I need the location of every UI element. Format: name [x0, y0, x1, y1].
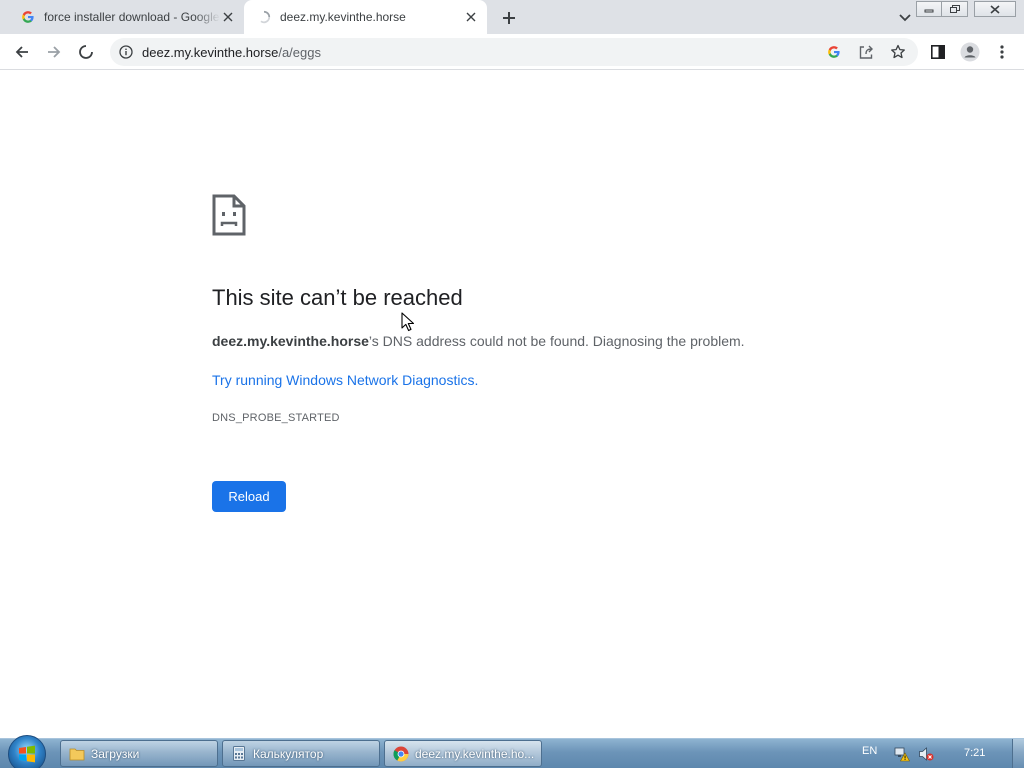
tab-deez[interactable]: deez.my.kevinthe.horse — [244, 0, 487, 34]
error-code: DNS_PROBE_STARTED — [212, 412, 340, 424]
taskbar-item-label: Калькулятор — [253, 746, 324, 761]
error-title: This site can’t be reached — [212, 285, 463, 310]
taskbar-item-label: deez.my.kevinthe.ho... — [415, 746, 535, 761]
share-icon[interactable] — [858, 44, 874, 60]
tab-title: deez.my.kevinthe.horse — [280, 10, 406, 24]
new-tab-button[interactable] — [498, 7, 520, 29]
google-icon[interactable] — [826, 44, 842, 60]
reload-button[interactable]: Reload — [212, 481, 286, 512]
error-page: This site can’t be reached deez.my.kevin… — [0, 71, 1024, 738]
show-desktop-button[interactable] — [1012, 739, 1024, 768]
sad-document-icon — [212, 194, 246, 236]
url-text[interactable]: deez.my.kevinthe.horse/a/eggs — [142, 45, 918, 60]
taskbar-item-calculator[interactable]: Калькулятор — [222, 740, 380, 767]
star-icon[interactable] — [890, 44, 906, 60]
back-button[interactable] — [10, 40, 34, 64]
minimize-button[interactable] — [916, 1, 942, 17]
google-icon — [20, 9, 36, 25]
network-warning-icon[interactable] — [894, 746, 910, 762]
tab-google-search[interactable]: force installer download - Google — [8, 0, 244, 34]
calculator-icon — [231, 746, 247, 762]
network-diagnostics-link[interactable]: Try running Windows Network Diagnostics. — [212, 372, 478, 388]
url-path: /a/eggs — [278, 44, 321, 60]
forward-button[interactable] — [42, 40, 66, 64]
error-host: deez.my.kevinthe.horse — [212, 333, 369, 349]
taskbar-item-downloads[interactable]: Загрузки — [60, 740, 218, 767]
error-message: ’s DNS address could not be found. Diagn… — [368, 333, 745, 349]
chrome-icon — [393, 746, 409, 762]
address-bar[interactable]: deez.my.kevinthe.horse/a/eggs — [110, 38, 918, 66]
taskbar-item-chrome[interactable]: deez.my.kevinthe.ho... — [384, 740, 542, 767]
taskbar-item-label: Загрузки — [91, 746, 140, 761]
window-close-button[interactable] — [974, 1, 1016, 17]
stop-loading-button[interactable] — [74, 40, 98, 64]
info-icon[interactable] — [118, 44, 134, 60]
close-icon — [990, 4, 1000, 14]
restore-icon — [949, 5, 960, 13]
close-icon[interactable] — [463, 9, 479, 25]
volume-muted-icon[interactable] — [918, 746, 934, 762]
windows-taskbar: Загрузки Калькулятор deez.my.kevinthe.ho… — [0, 735, 1024, 768]
window-controls — [916, 1, 1016, 17]
language-indicator[interactable]: EN — [862, 745, 877, 757]
start-button[interactable] — [8, 735, 46, 768]
restore-button[interactable] — [942, 1, 968, 17]
clock[interactable]: 7:21 — [964, 747, 985, 759]
tab-search-button[interactable] — [895, 8, 915, 28]
tab-title: force installer download - Google — [44, 10, 220, 24]
side-panel-icon — [930, 44, 945, 59]
url-host: deez.my.kevinthe.horse — [142, 44, 279, 60]
mouse-cursor-icon — [401, 312, 415, 332]
arrow-left-icon — [15, 46, 28, 58]
browser-toolbar: deez.my.kevinthe.horse/a/eggs — [0, 34, 1024, 70]
chevron-down-icon — [899, 14, 911, 22]
folder-icon — [69, 746, 85, 762]
close-icon[interactable] — [220, 9, 236, 25]
profile-button[interactable] — [958, 40, 982, 64]
loading-spinner-icon — [256, 9, 272, 25]
arrow-right-icon — [48, 46, 61, 58]
menu-button[interactable] — [990, 40, 1014, 64]
error-description: deez.my.kevinthe.horse’s DNS address cou… — [212, 333, 745, 349]
side-panel-button[interactable] — [926, 40, 950, 64]
more-vert-icon — [1000, 45, 1004, 59]
loading-spinner-icon — [79, 45, 93, 59]
plus-icon — [503, 12, 515, 24]
tab-strip: force installer download - Google deez.m… — [0, 0, 1024, 34]
windows-orb-icon — [19, 745, 35, 763]
profile-icon — [960, 42, 980, 62]
minimize-icon — [924, 9, 934, 13]
